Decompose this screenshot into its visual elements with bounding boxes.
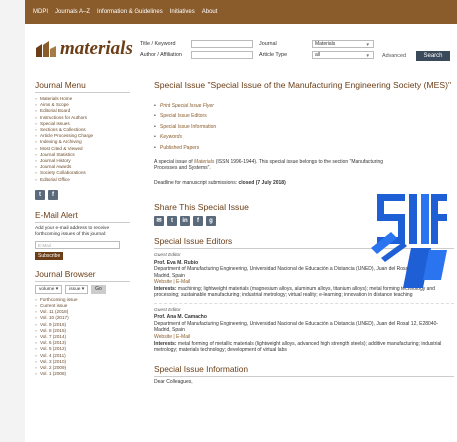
top-navigation-bar: MDPI Journals A–Z Information & Guidelin…: [25, 0, 457, 24]
journal-logo[interactable]: materials: [35, 38, 133, 60]
editor-card: Guest Editor Prof. Ana M. Camacho Depart…: [154, 308, 454, 358]
issue-select[interactable]: issue ▾: [65, 284, 89, 294]
go-button[interactable]: Go: [91, 284, 106, 294]
keywords-link[interactable]: Keywords: [154, 132, 454, 143]
email-alert-input[interactable]: E-Mail: [35, 240, 120, 249]
editor-links[interactable]: Website | E-Mail: [154, 334, 454, 341]
left-sidebar: Journal Menu Materials Home Aims & Scope…: [35, 80, 130, 378]
article-type-label: Article Type: [259, 52, 288, 58]
author-affiliation-input[interactable]: [191, 51, 253, 59]
journal-browser-title: Journal Browser: [35, 269, 130, 282]
special-issue-title: Special Issue "Special Issue of the Manu…: [154, 80, 452, 90]
nav-journals[interactable]: Journals A–Z: [55, 9, 90, 15]
chevron-down-icon: ▼: [365, 53, 370, 58]
special-issue-description: A special issue of Materials (ISSN 1996-…: [154, 159, 399, 172]
print-flyer-link[interactable]: Print Special Issue Flyer: [154, 101, 454, 112]
information-first-line: Dear Colleagues,: [154, 378, 193, 385]
published-papers-link[interactable]: Published Papers: [154, 143, 454, 154]
advanced-search-link[interactable]: Advanced: [382, 53, 406, 59]
email-icon[interactable]: ✉: [154, 216, 164, 227]
linkedin-icon[interactable]: in: [180, 216, 190, 227]
deadline-value: closed (7 July 2018): [238, 179, 286, 186]
materials-logo-icon: [35, 40, 57, 58]
information-title: Special Issue Information: [154, 364, 454, 377]
editors-link[interactable]: Special Issue Editors: [154, 111, 454, 122]
interests-text: metal forming of metallic materials (lig…: [154, 340, 442, 354]
nav-mdpi[interactable]: MDPI: [33, 9, 48, 15]
email-alert-title: E-Mail Alert: [35, 210, 130, 223]
special-issue-links: Print Special Issue Flyer Special Issue …: [154, 101, 454, 153]
journal-menu-list: Materials Home Aims & Scope Editorial Bo…: [35, 96, 130, 183]
article-type-select[interactable]: all ▼: [312, 51, 374, 59]
author-affiliation-label: Author / Affiliation: [140, 52, 182, 58]
logo-text: materials: [60, 38, 133, 59]
email-alert-text: Add your e-mail address to receive forth…: [35, 225, 110, 237]
deadline-label: Deadline for manuscript submissions:: [154, 179, 239, 186]
nav-information[interactable]: Information & Guidelines: [97, 9, 163, 15]
nav-initiatives[interactable]: Initiatives: [170, 9, 195, 15]
menu-item[interactable]: Editorial Office: [35, 177, 130, 183]
deadline: Deadline for manuscript submissions: clo…: [154, 180, 454, 186]
journal-browser-list: Forthcoming issue Current issue Vol. 11 …: [35, 297, 130, 378]
title-keyword-input[interactable]: [191, 40, 253, 48]
title-keyword-label: Title / Keyword: [140, 41, 176, 47]
facebook-icon[interactable]: f: [193, 216, 203, 227]
nav-about[interactable]: About: [202, 9, 218, 15]
page: MDPI Journals A–Z Information & Guidelin…: [25, 0, 457, 442]
volume-select-label: volume: [39, 286, 55, 292]
sidebar-social-row: t f: [35, 189, 130, 200]
facebook-icon[interactable]: f: [48, 189, 58, 200]
browser-item[interactable]: Vol. 1 (2008): [35, 371, 130, 377]
description-prefix: A special issue of: [154, 159, 195, 166]
information-link[interactable]: Special Issue Information: [154, 122, 454, 133]
siif-logo: [371, 188, 451, 294]
interests-label: Interests:: [154, 340, 177, 347]
journal-link[interactable]: Materials: [194, 159, 214, 165]
twitter-icon[interactable]: t: [167, 216, 177, 227]
search-button[interactable]: Search: [416, 51, 450, 61]
chevron-down-icon: ▼: [365, 42, 370, 47]
journal-select[interactable]: Materials ▼: [312, 40, 374, 48]
volume-select[interactable]: volume ▾: [35, 284, 63, 294]
twitter-icon[interactable]: t: [35, 189, 45, 200]
article-type-value: all: [315, 52, 321, 58]
google-plus-icon[interactable]: g: [206, 216, 216, 227]
editor-interests: Interests: metal forming of metallic mat…: [154, 341, 454, 354]
journal-select-value: Materials: [315, 41, 336, 47]
journal-browser-controls: volume ▾ issue ▾ Go: [35, 284, 130, 294]
subscribe-button[interactable]: Subscribe: [35, 251, 64, 260]
editor-affiliation: Department of Manufacturing Engineering,…: [154, 320, 439, 334]
journal-label: Journal: [259, 41, 277, 47]
interests-label: Interests:: [154, 285, 177, 292]
issue-select-label: issue: [69, 286, 81, 292]
journal-menu-title: Journal Menu: [35, 80, 130, 93]
